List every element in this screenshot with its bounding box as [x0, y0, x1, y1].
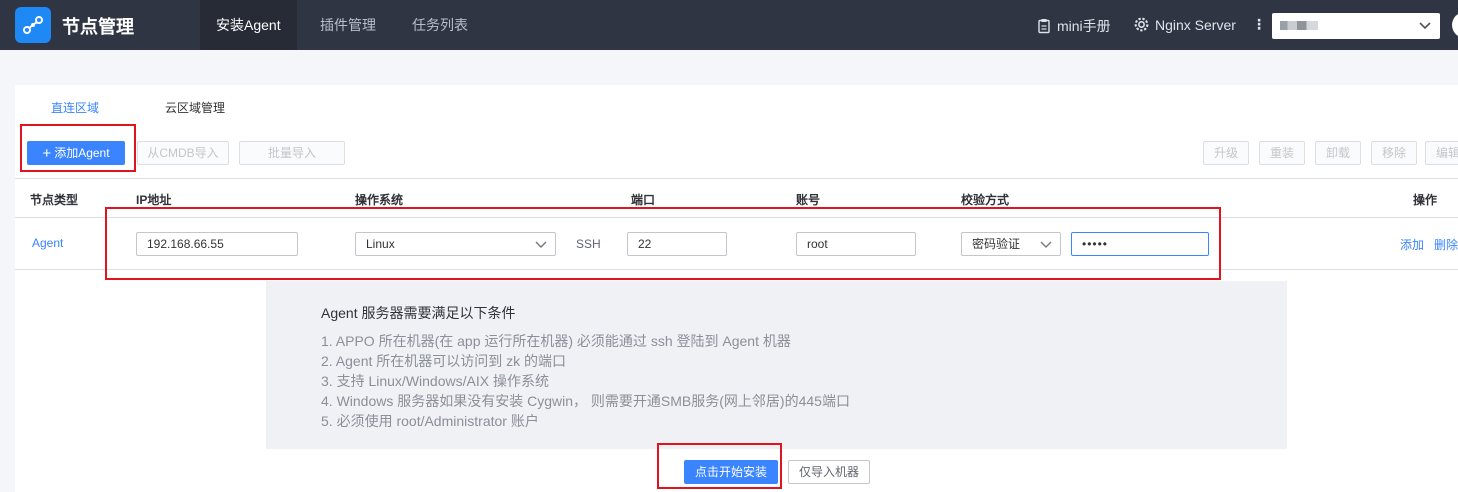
cmdb-import-button[interactable]: 从CMDB导入 — [137, 141, 229, 165]
node-type-value: Agent — [32, 236, 64, 250]
main-card: 直连区域 云区域管理 + 添加Agent 从CMDB导入 批量导入 升级 重装 卸… — [15, 85, 1458, 492]
column-node-type: 节点类型 — [30, 193, 79, 207]
requirements-panel: Agent 服务器需要满足以下条件 1. APPO 所在机器(在 app 运行所… — [266, 281, 1287, 449]
batch-import-button[interactable]: 批量导入 — [239, 141, 345, 165]
app-logo-icon[interactable] — [15, 7, 51, 43]
requirements-title: Agent 服务器需要满足以下条件 — [321, 305, 516, 321]
column-actions: 操作 — [1413, 193, 1438, 207]
nav-tab-task-list[interactable]: 任务列表 — [396, 0, 484, 50]
edit-button[interactable]: 编辑 — [1425, 141, 1458, 165]
requirement-item: 1. APPO 所在机器(在 app 运行所在机器) 必须能通过 ssh 登陆到… — [321, 333, 791, 349]
requirement-item: 3. 支持 Linux/Windows/AIX 操作系统 — [321, 373, 549, 389]
server-label: Nginx Server — [1155, 16, 1236, 33]
top-header: 节点管理 安装Agent 插件管理 任务列表 mini手册 Nginx Serv… — [0, 0, 1458, 50]
requirement-item: 2. Agent 所在机器可以访问到 zk 的端口 — [321, 353, 567, 369]
column-account: 账号 — [796, 193, 821, 207]
annotation-box-install — [657, 443, 782, 489]
avatar[interactable] — [1452, 12, 1458, 38]
nav-tab-install-agent[interactable]: 安装Agent — [200, 0, 297, 50]
column-os: 操作系统 — [355, 193, 404, 207]
app-title: 节点管理 — [62, 17, 134, 37]
column-ip: IP地址 — [136, 193, 172, 207]
column-auth-method: 校验方式 — [961, 193, 1010, 207]
gear-icon — [1134, 17, 1149, 32]
delete-row-link[interactable]: 删除 — [1434, 236, 1458, 253]
mini-manual-link[interactable]: mini手册 — [1036, 16, 1111, 36]
annotation-box-add-agent — [20, 124, 136, 172]
server-settings[interactable]: Nginx Server — [1133, 16, 1236, 33]
uninstall-button[interactable]: 卸载 — [1315, 141, 1361, 165]
requirement-item: 4. Windows 服务器如果没有安装 Cygwin， 则需要开通SMB服务(… — [321, 393, 850, 409]
add-row-link[interactable]: 添加 — [1400, 236, 1424, 253]
mini-manual-label: mini手册 — [1057, 18, 1111, 34]
subtab-direct-area[interactable]: 直连区域 — [51, 99, 99, 116]
reinstall-button[interactable]: 重装 — [1259, 141, 1305, 165]
nav-tab-plugin-management[interactable]: 插件管理 — [304, 0, 392, 50]
environment-select[interactable] — [1272, 13, 1440, 39]
subtab-cloud-area[interactable]: 云区域管理 — [165, 99, 225, 116]
requirement-item: 5. 必须使用 root/Administrator 账户 — [321, 413, 539, 429]
chevron-down-icon — [1419, 22, 1431, 30]
import-only-button[interactable]: 仅导入机器 — [788, 460, 870, 484]
upgrade-button[interactable]: 升级 — [1203, 141, 1249, 165]
more-vertical-icon[interactable]: ⋮ — [1252, 16, 1266, 33]
clipboard-icon — [1038, 19, 1050, 34]
masked-value — [1280, 21, 1318, 30]
remove-button[interactable]: 移除 — [1371, 141, 1417, 165]
annotation-box-row — [105, 207, 1221, 280]
column-port: 端口 — [631, 193, 656, 207]
